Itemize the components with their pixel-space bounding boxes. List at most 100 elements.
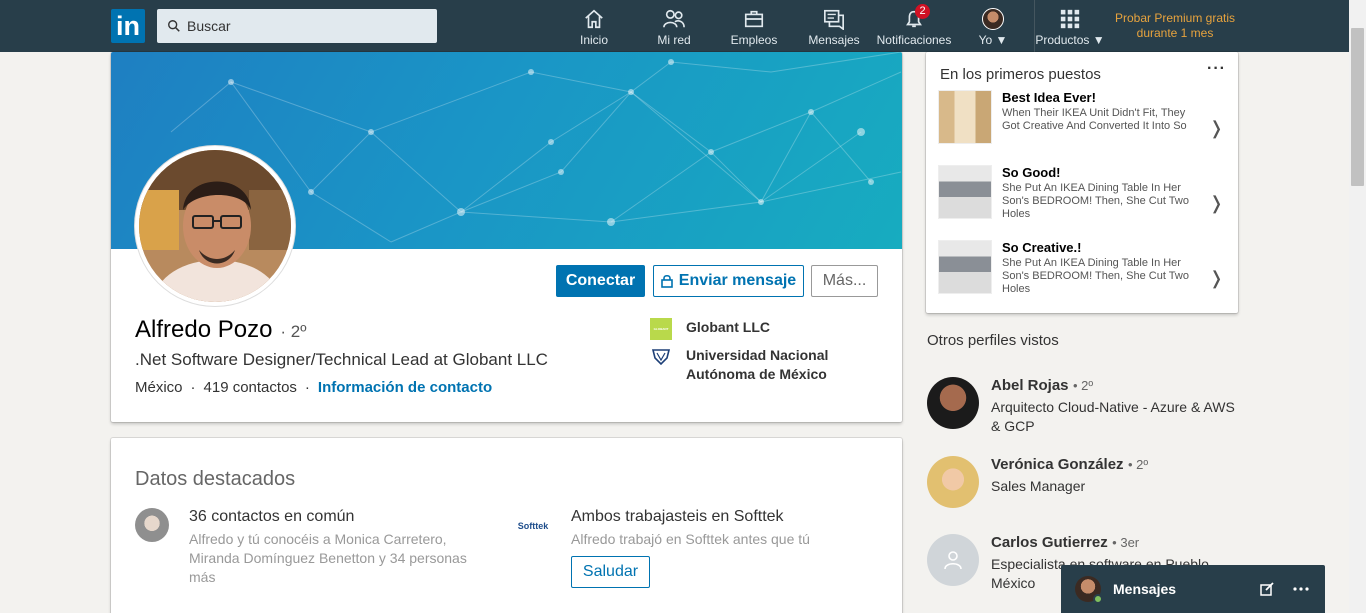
person-degree: • 2º bbox=[1072, 378, 1094, 393]
nav-label: Notificaciones bbox=[876, 33, 952, 47]
send-message-label: Enviar mensaje bbox=[678, 272, 797, 289]
more-options-icon[interactable] bbox=[1293, 587, 1309, 591]
promoted-title: En los primeros puestos bbox=[940, 66, 1101, 83]
search-box[interactable] bbox=[157, 9, 437, 43]
profile-photo-image bbox=[139, 150, 291, 302]
scrollbar-thumb[interactable] bbox=[1351, 28, 1364, 186]
nav-mensajes[interactable]: Mensajes bbox=[808, 0, 860, 52]
mutual-description: Alfredo y tú conocéis a Monica Carretero… bbox=[189, 531, 467, 585]
location-row: México · 419 contactos · Información de … bbox=[135, 379, 492, 396]
highlights-card: Datos destacados 36 contactos en común A… bbox=[111, 438, 902, 613]
ad-headline: So Creative.! bbox=[1002, 240, 1082, 255]
name-row: Alfredo Pozo · 2º bbox=[135, 316, 306, 344]
linkedin-logo[interactable]: in bbox=[111, 9, 145, 43]
ad-description: When Their IKEA Unit Didn't Fit, They Go… bbox=[1002, 107, 1187, 132]
person-headline: Sales Manager bbox=[991, 478, 1086, 494]
promoted-card: En los primeros puestos ··· Best Idea Ev… bbox=[926, 52, 1238, 313]
chevron-right-icon: ❭ bbox=[1208, 268, 1224, 288]
notification-badge: 2 bbox=[915, 4, 930, 19]
university-seal-icon bbox=[650, 346, 672, 368]
avatar bbox=[982, 8, 1004, 30]
messaging-bar[interactable]: Mensajes bbox=[1061, 565, 1325, 613]
person-icon bbox=[944, 551, 962, 570]
contact-info-link[interactable]: Información de contacto bbox=[318, 379, 492, 396]
profile-photo[interactable] bbox=[135, 146, 295, 306]
softtek-logo: Softtek bbox=[515, 508, 551, 544]
school-name: Universidad Nacional Autónoma de México bbox=[686, 347, 829, 382]
person-headline: Arquitecto Cloud-Native - Azure & AWS & … bbox=[991, 399, 1235, 434]
grid-icon bbox=[1060, 9, 1080, 29]
more-actions-button[interactable]: Más... bbox=[811, 265, 878, 297]
nav-mi-red[interactable]: Mi red bbox=[652, 0, 696, 52]
messages-icon bbox=[824, 9, 844, 30]
avatar bbox=[927, 456, 979, 508]
person-degree: • 2º bbox=[1128, 457, 1149, 472]
say-hi-button[interactable]: Saludar bbox=[571, 556, 650, 588]
premium-trial-link[interactable]: Probar Premium gratis durante 1 mes bbox=[1108, 11, 1242, 41]
softtek-logo-text: Softtek bbox=[517, 521, 549, 531]
nav-inicio[interactable]: Inicio bbox=[573, 0, 615, 52]
nav-notificaciones[interactable]: Notificaciones 2 bbox=[876, 0, 952, 52]
nav-label: Mensajes bbox=[808, 33, 860, 47]
person-name: Abel Rojas bbox=[991, 377, 1069, 394]
separator: · bbox=[190, 379, 196, 396]
profile-name: Alfredo Pozo bbox=[135, 316, 273, 343]
home-icon bbox=[585, 9, 603, 29]
nav-yo[interactable]: Yo ▼ bbox=[976, 0, 1010, 52]
viewed-profile[interactable]: Verónica González • 2º Sales Manager bbox=[927, 456, 1242, 508]
nav-label: Yo ▼ bbox=[978, 33, 1008, 47]
nav-label: Productos ▼ bbox=[1035, 33, 1105, 47]
nav-label: Empleos bbox=[730, 33, 778, 47]
current-company[interactable]: GLOBANT Globant LLC bbox=[650, 318, 770, 340]
ad-description: She Put An IKEA Dining Table In Her Son'… bbox=[1002, 257, 1189, 295]
promoted-item[interactable]: So Good! She Put An IKEA Dining Table In… bbox=[938, 165, 1228, 221]
avatar bbox=[1075, 576, 1103, 604]
promoted-item[interactable]: Best Idea Ever! When Their IKEA Unit Did… bbox=[938, 90, 1228, 144]
viewed-profile[interactable]: Abel Rojas • 2º Arquitecto Cloud-Native … bbox=[927, 377, 1242, 436]
chevron-down-icon: ▼ bbox=[1092, 33, 1105, 47]
chevron-right-icon: ❭ bbox=[1208, 118, 1224, 138]
ad-thumbnail bbox=[938, 240, 992, 294]
network-icon bbox=[663, 9, 685, 28]
person-name: Verónica González bbox=[991, 456, 1124, 473]
nav-label: Inicio bbox=[579, 33, 608, 47]
search-input[interactable] bbox=[187, 18, 417, 34]
shared-company-title: Ambos trabajasteis en Softtek bbox=[571, 508, 784, 525]
chevron-down-icon: ▼ bbox=[995, 33, 1008, 47]
chevron-right-icon: ❭ bbox=[1208, 193, 1224, 213]
send-message-button[interactable]: Enviar mensaje bbox=[653, 265, 804, 297]
connection-degree: · 2º bbox=[280, 322, 307, 341]
compose-icon[interactable] bbox=[1259, 581, 1275, 597]
globant-logo: GLOBANT bbox=[650, 318, 672, 340]
search-icon bbox=[168, 20, 180, 32]
ad-description: She Put An IKEA Dining Table In Her Son'… bbox=[1002, 182, 1189, 220]
connect-button[interactable]: Conectar bbox=[556, 265, 645, 297]
ad-thumbnail bbox=[938, 165, 992, 219]
profile-location: México bbox=[135, 379, 183, 396]
mutual-avatar bbox=[135, 508, 169, 542]
highlights-title: Datos destacados bbox=[135, 468, 296, 490]
promoted-item[interactable]: So Creative.! She Put An IKEA Dining Tab… bbox=[938, 240, 1228, 296]
ad-headline: So Good! bbox=[1002, 165, 1061, 180]
connections-count[interactable]: 419 contactos bbox=[204, 379, 297, 396]
profile-card: Conectar Enviar mensaje Más... Alfredo P… bbox=[111, 52, 902, 422]
shared-company: Softtek Ambos trabajasteis en Softtek Al… bbox=[515, 508, 895, 588]
nav-productos[interactable]: Productos ▼ bbox=[1035, 0, 1105, 52]
more-options-icon[interactable]: ··· bbox=[1207, 60, 1226, 78]
nav-empleos[interactable]: Empleos bbox=[729, 0, 779, 52]
shared-company-description: Alfredo trabajó en Softtek antes que tú bbox=[571, 531, 810, 547]
lock-icon bbox=[660, 274, 673, 288]
ad-headline: Best Idea Ever! bbox=[1002, 90, 1096, 105]
mutual-title: 36 contactos en común bbox=[189, 508, 355, 525]
mutual-connections[interactable]: 36 contactos en común Alfredo y tú conoc… bbox=[135, 508, 495, 587]
person-name: Carlos Gutierrez bbox=[991, 534, 1108, 551]
nav-label: Mi red bbox=[657, 33, 691, 47]
company-name: Globant LLC bbox=[686, 319, 770, 335]
others-viewed-title: Otros perfiles vistos bbox=[927, 332, 1059, 349]
person-degree: • 3er bbox=[1112, 535, 1140, 550]
ad-thumbnail bbox=[938, 90, 992, 144]
top-navbar: in Inicio Mi red Empleos Mensajes Notifi… bbox=[0, 0, 1366, 52]
online-status-dot bbox=[1093, 594, 1103, 604]
briefcase-icon bbox=[744, 10, 764, 28]
education[interactable]: Universidad Nacional Autónoma de México bbox=[650, 346, 846, 384]
